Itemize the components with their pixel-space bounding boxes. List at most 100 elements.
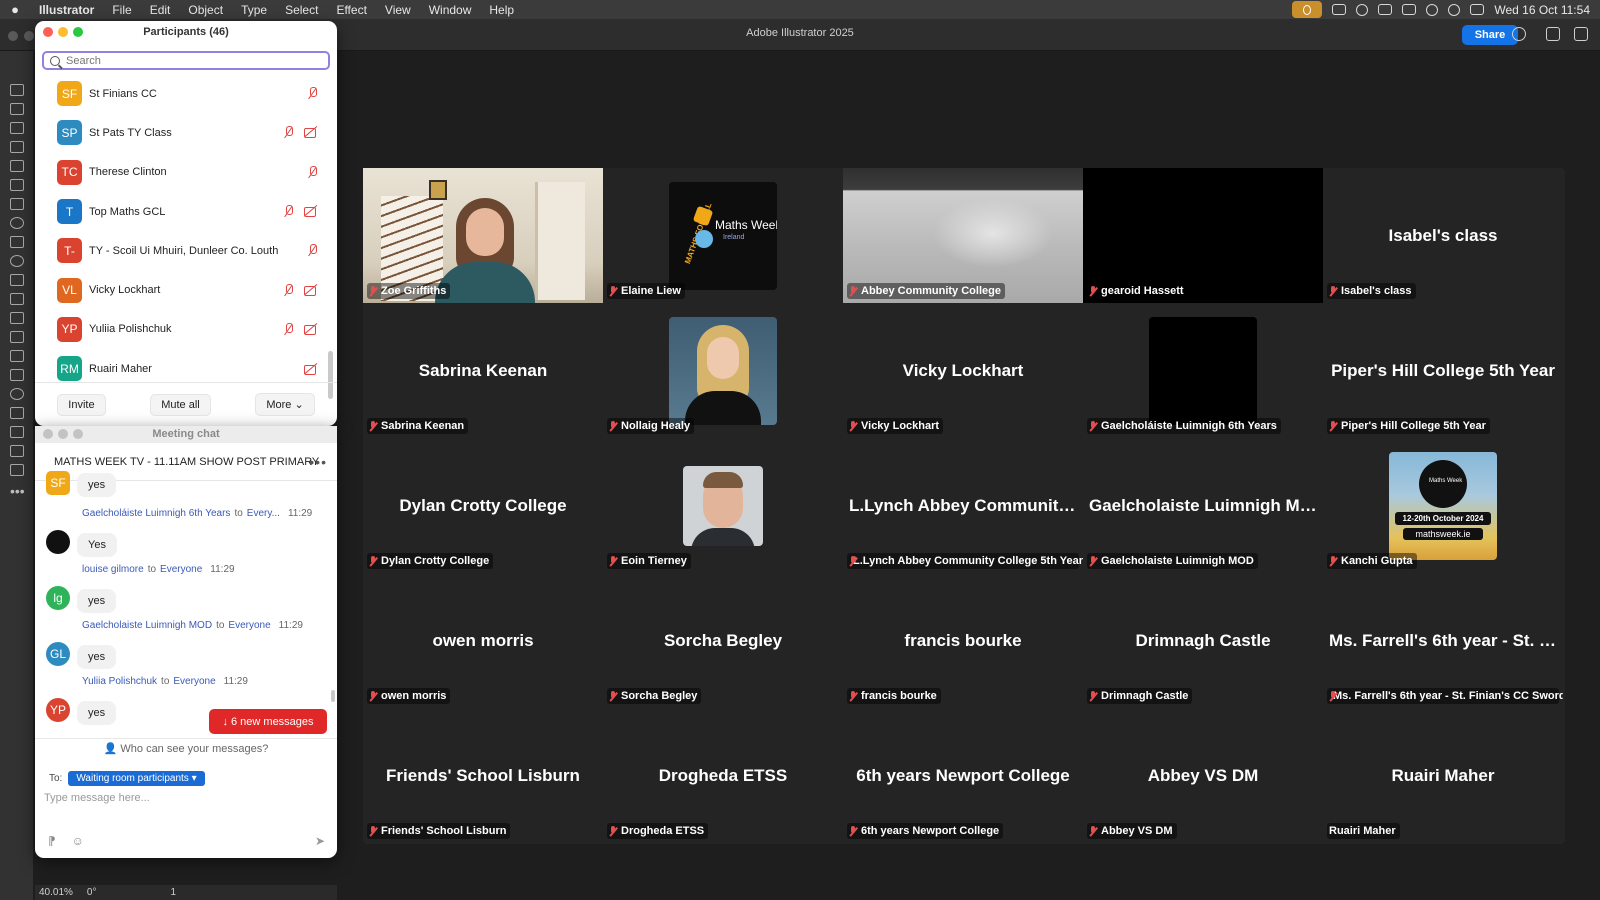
selection-tool-icon[interactable]: [10, 84, 24, 96]
video-tile[interactable]: Dylan Crotty College Dylan Crotty College: [363, 438, 603, 573]
recipient-name[interactable]: Everyone: [160, 564, 202, 575]
menu-app-name[interactable]: Illustrator: [30, 3, 103, 17]
symbol-tool-icon[interactable]: [10, 331, 24, 343]
emoji-icon[interactable]: ☺: [72, 834, 84, 848]
workspace-layout-icon[interactable]: [1546, 27, 1560, 41]
muted-mic-icon[interactable]: [307, 165, 318, 179]
menu-help[interactable]: Help: [480, 3, 523, 17]
chat-close-icon[interactable]: [43, 429, 53, 439]
video-tile[interactable]: Gaelcholáiste Luimnigh 6th Years: [1083, 303, 1323, 438]
video-off-icon[interactable]: [304, 363, 318, 375]
recipient-name[interactable]: Everyone: [228, 620, 270, 631]
apple-menu-icon[interactable]: ●: [0, 2, 30, 17]
artboard-tool-icon[interactable]: [10, 350, 24, 362]
zoom-tool-icon[interactable]: [10, 388, 24, 400]
video-off-icon[interactable]: [304, 284, 318, 296]
spotlight-search-icon[interactable]: [1448, 3, 1461, 16]
invite-button[interactable]: Invite: [57, 393, 106, 416]
video-off-icon[interactable]: [304, 126, 318, 139]
video-tile[interactable]: Nollaig Healy: [603, 303, 843, 438]
video-tile[interactable]: Drimnagh Castle Drimnagh Castle: [1083, 573, 1323, 708]
zoom-level[interactable]: 40.01%: [39, 887, 73, 898]
minimize-window-icon[interactable]: [58, 27, 68, 37]
video-tile[interactable]: Sorcha Begley Sorcha Begley: [603, 573, 843, 708]
participant-row[interactable]: SP St Pats TY Class: [35, 113, 330, 152]
video-tile[interactable]: Eoin Tierney: [603, 438, 843, 573]
sender-name[interactable]: Yuliia Polishchuk: [82, 676, 157, 687]
curvature-tool-icon[interactable]: [10, 141, 24, 153]
muted-mic-icon[interactable]: [283, 283, 294, 297]
video-tile[interactable]: Sabrina Keenan Sabrina Keenan: [363, 303, 603, 438]
send-icon[interactable]: ➤: [315, 834, 325, 848]
recipient-dropdown[interactable]: Waiting room participants ▾: [68, 771, 205, 786]
chat-more-options-icon[interactable]: •••: [309, 454, 327, 470]
video-tile[interactable]: Abbey Community College: [843, 168, 1083, 303]
mute-all-button[interactable]: Mute all: [150, 393, 211, 416]
menubar-clock[interactable]: Wed 16 Oct 11:54: [1494, 3, 1590, 17]
muted-mic-icon[interactable]: [307, 244, 318, 257]
artboard-number[interactable]: 1: [170, 887, 176, 898]
menu-object[interactable]: Object: [179, 3, 232, 17]
video-tile[interactable]: MATHS FOR ALLMaths WeekIrelandElaine Lie…: [603, 168, 843, 303]
video-tile[interactable]: gearoid Hassett: [1083, 168, 1323, 303]
muted-mic-icon[interactable]: [283, 322, 294, 336]
video-tile[interactable]: 6th years Newport College 6th years Newpo…: [843, 708, 1083, 843]
eyedropper-tool-icon[interactable]: [10, 293, 24, 305]
video-tile[interactable]: Isabel's class Isabel's class: [1323, 168, 1563, 303]
video-tile[interactable]: Friends' School Lisburn Friends' School L…: [363, 708, 603, 843]
control-center-icon[interactable]: [1470, 4, 1485, 15]
rotate-tool-icon[interactable]: [10, 217, 24, 229]
hand-tool-icon[interactable]: [10, 369, 24, 381]
video-tile[interactable]: owen morris owen morris: [363, 573, 603, 708]
blend-tool-icon[interactable]: [10, 312, 24, 324]
chat-minimize-icon[interactable]: [58, 429, 68, 439]
muted-mic-icon[interactable]: [307, 87, 318, 100]
video-tile[interactable]: Ruairi Maher Ruairi Maher: [1323, 708, 1563, 843]
video-tile[interactable]: Gaelcholaiste Luimnigh MOD Gaelcholaiste …: [1083, 438, 1323, 573]
share-button[interactable]: Share: [1462, 25, 1518, 45]
color-mode-icon[interactable]: [10, 426, 24, 438]
new-messages-button[interactable]: ↓ 6 new messages: [209, 709, 327, 734]
muted-mic-icon[interactable]: [283, 205, 294, 218]
type-tool-icon[interactable]: [10, 198, 24, 210]
menu-type[interactable]: Type: [232, 3, 276, 17]
video-tile[interactable]: Maths Week 12-20th October 2024 mathsweek.…: [1323, 438, 1563, 573]
display-status-icon[interactable]: [1378, 4, 1393, 15]
participant-row[interactable]: YP Yuliia Polishchuk: [35, 310, 330, 349]
gradient-tool-icon[interactable]: [10, 274, 24, 286]
close-window-icon[interactable]: [43, 27, 53, 37]
rectangle-tool-icon[interactable]: [10, 160, 24, 172]
participants-search-input[interactable]: Search: [42, 51, 330, 70]
wifi-icon[interactable]: [1426, 3, 1439, 16]
eraser-tool-icon[interactable]: [10, 236, 24, 248]
more-tools-icon[interactable]: •••: [10, 483, 33, 499]
muted-mic-icon[interactable]: [283, 126, 294, 139]
shape-builder-tool-icon[interactable]: [10, 255, 24, 267]
video-tile[interactable]: L.Lynch Abbey Community... L.Lynch Abbey …: [843, 438, 1083, 573]
sender-name[interactable]: Gaelcholaiste Luimnigh MOD: [82, 620, 212, 631]
zoom-status-icon[interactable]: [1332, 4, 1347, 15]
sender-name[interactable]: louise gilmore: [82, 564, 144, 575]
participant-row[interactable]: T Top Maths GCL: [35, 192, 330, 231]
video-off-icon[interactable]: [304, 205, 318, 218]
battery-icon[interactable]: [1402, 4, 1417, 15]
chat-zoom-icon[interactable]: [73, 429, 83, 439]
menu-file[interactable]: File: [103, 3, 140, 17]
microphone-status-icon[interactable]: [1292, 1, 1323, 18]
who-can-see-link[interactable]: 👤 Who can see your messages?: [35, 738, 337, 758]
format-text-icon[interactable]: ⁋: [48, 834, 56, 848]
participant-row[interactable]: TC Therese Clinton: [35, 153, 330, 192]
direct-selection-tool-icon[interactable]: [10, 103, 24, 115]
participant-row[interactable]: SF St Finians CC: [35, 74, 330, 113]
recipient-name[interactable]: Every...: [247, 508, 280, 519]
video-tile[interactable]: Abbey VS DM Abbey VS DM: [1083, 708, 1323, 843]
participant-row[interactable]: VL Vicky Lockhart: [35, 270, 330, 309]
video-tile[interactable]: Piper's Hill College 5th Year Piper's Hil…: [1323, 303, 1563, 438]
menu-window[interactable]: Window: [420, 3, 481, 17]
video-tile[interactable]: Drogheda ETSS Drogheda ETSS: [603, 708, 843, 843]
zoom-window-icon[interactable]: [73, 27, 83, 37]
video-tile[interactable]: francis bourke francis bourke: [843, 573, 1083, 708]
rotation-value[interactable]: 0°: [87, 887, 97, 898]
fill-stroke-swatch-icon[interactable]: [10, 407, 24, 419]
video-off-icon[interactable]: [304, 323, 318, 335]
